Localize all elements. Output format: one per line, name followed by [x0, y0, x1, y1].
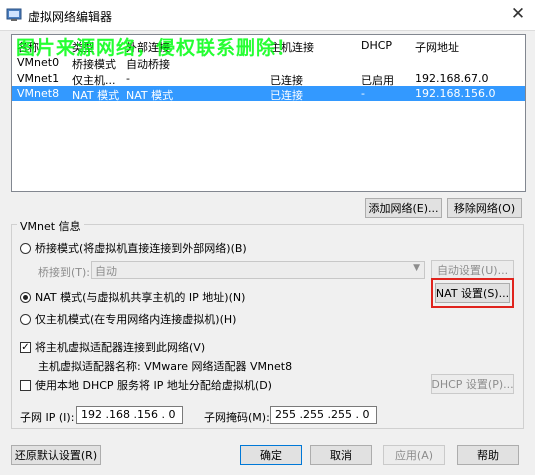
- radio-host-only[interactable]: [20, 313, 31, 325]
- nat-mode-label: NAT 模式(与虚拟机共享主机的 IP 地址)(N): [35, 291, 246, 304]
- host-only-mode-label: 仅主机模式(在专用网络内连接虚拟机)(H): [35, 313, 237, 326]
- bridge-mode-label: 桥接模式(将虚拟机直接连接到外部网络)(B): [35, 242, 247, 255]
- cell-name: VMnet8: [17, 87, 60, 100]
- checkbox-unchecked-icon[interactable]: [20, 379, 31, 391]
- cell-subnet: 192.168.67.0: [415, 72, 489, 85]
- cell-type: NAT 模式: [72, 89, 120, 102]
- restore-defaults-button[interactable]: 还原默认设置(R): [11, 445, 101, 465]
- use-dhcp-label: 使用本地 DHCP 服务将 IP 地址分配给虚拟机(D): [35, 379, 272, 392]
- auto-settings-button[interactable]: 自动设置(U)...: [431, 260, 514, 280]
- remove-network-button[interactable]: 移除网络(O): [447, 198, 522, 218]
- use-dhcp-checkbox[interactable]: 使用本地 DHCP 服务将 IP 地址分配给虚拟机(D): [20, 377, 272, 393]
- radio-nat[interactable]: [20, 291, 31, 303]
- window-title: 虚拟网络编辑器: [28, 10, 113, 24]
- cancel-button[interactable]: 取消: [310, 445, 372, 465]
- col-subnet-header[interactable]: 子网地址: [415, 39, 459, 55]
- table-row[interactable]: VMnet1 仅主机... - 已连接 已启用 192.168.67.0: [12, 71, 525, 87]
- checkbox-checked-icon[interactable]: ✓: [20, 341, 31, 353]
- cell-name: VMnet1: [17, 72, 60, 85]
- dhcp-settings-button[interactable]: DHCP 设置(P)...: [431, 374, 514, 394]
- help-button[interactable]: 帮助: [457, 445, 519, 465]
- cell-dhcp: -: [361, 87, 365, 100]
- subnet-mask-label: 子网掩码(M):: [204, 411, 270, 424]
- cell-host: 已连接: [270, 89, 303, 102]
- close-icon[interactable]: ✕: [509, 4, 527, 24]
- add-network-button[interactable]: 添加网络(E)...: [365, 198, 442, 218]
- table-row-selected[interactable]: VMnet8 NAT 模式 NAT 模式 已连接 - 192.168.156.0: [12, 86, 525, 102]
- cell-subnet: 192.168.156.0: [415, 87, 496, 100]
- bridge-to-label: 桥接到(T):: [38, 266, 91, 279]
- bridge-mode-radio[interactable]: 桥接模式(将虚拟机直接连接到外部网络)(B): [20, 240, 247, 256]
- cell-external: NAT 模式: [126, 89, 174, 102]
- nat-mode-radio[interactable]: NAT 模式(与虚拟机共享主机的 IP 地址)(N): [20, 289, 245, 305]
- host-only-mode-radio[interactable]: 仅主机模式(在专用网络内连接虚拟机)(H): [20, 311, 236, 327]
- highlight-box: [431, 278, 514, 308]
- watermark-text: 图片来源网络，侵权联系删除！: [16, 37, 297, 59]
- subnet-ip-label: 子网 IP (I):: [20, 411, 75, 424]
- adapter-name-text: 主机虚拟适配器名称: VMware 网络适配器 VMnet8: [38, 360, 293, 373]
- connect-adapter-checkbox[interactable]: ✓ 将主机虚拟适配器连接到此网络(V): [20, 339, 205, 355]
- connect-adapter-label: 将主机虚拟适配器连接到此网络(V): [35, 341, 206, 354]
- col-dhcp-header[interactable]: DHCP: [361, 39, 392, 52]
- title-bar: 虚拟网络编辑器 ✕: [0, 0, 535, 31]
- radio-bridge[interactable]: [20, 242, 31, 254]
- subnet-ip-field[interactable]: 192 .168 .156 . 0: [76, 406, 183, 424]
- apply-button[interactable]: 应用(A): [383, 445, 445, 465]
- subnet-mask-field[interactable]: 255 .255 .255 . 0: [270, 406, 377, 424]
- network-editor-icon: [6, 8, 22, 21]
- bridge-to-value: 自动: [95, 265, 117, 278]
- bridge-to-select[interactable]: 自动 ▼: [91, 261, 425, 279]
- vmnet-info-title: VMnet 信息: [17, 218, 84, 234]
- ok-button[interactable]: 确定: [240, 445, 302, 465]
- cell-external: -: [126, 72, 130, 85]
- chevron-down-icon: ▼: [413, 263, 420, 273]
